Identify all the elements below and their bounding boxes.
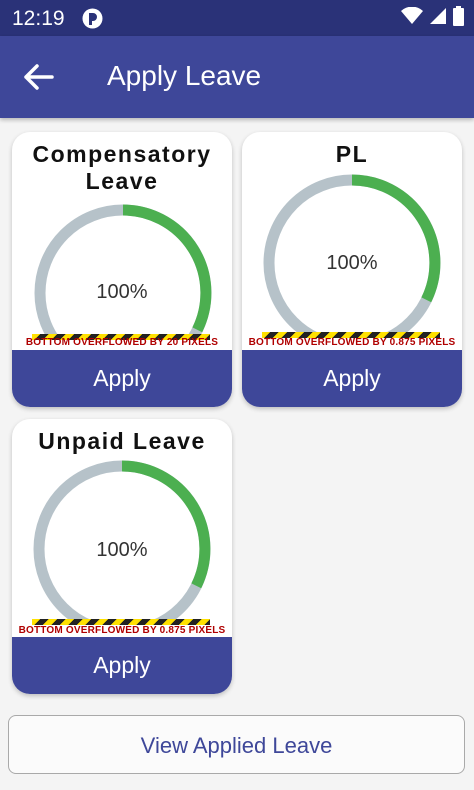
- apply-button[interactable]: Apply: [12, 637, 232, 694]
- card-title: PL: [242, 141, 462, 168]
- back-button[interactable]: [22, 61, 58, 93]
- leave-card-compensatory: Compensatory Leave 100% BOTTOM OVERFLOWE…: [12, 132, 232, 407]
- card-title-line1: PL: [335, 141, 369, 167]
- apply-button[interactable]: Apply: [242, 350, 462, 407]
- card-title-line1: Compensatory: [32, 141, 212, 167]
- overflow-warning: BOTTOM OVERFLOWED BY 0.875 PIXELS: [248, 337, 456, 348]
- app-notification-icon: [82, 8, 103, 29]
- cell-signal-icon: [429, 7, 447, 30]
- progress-gauge: [34, 204, 212, 339]
- wifi-icon: [401, 6, 423, 30]
- card-title-line1: Unpaid Leave: [38, 428, 206, 454]
- status-icons: [401, 5, 464, 31]
- app-bar: Apply Leave: [0, 36, 474, 118]
- progress-percent: 100%: [96, 281, 148, 303]
- leave-card-unpaid: Unpaid Leave 100% BOTTOM OVERFLOWED BY 0…: [12, 419, 232, 694]
- leave-card-pl: PL 100% BOTTOM OVERFLOWED BY 0.875 PIXEL…: [242, 132, 462, 407]
- card-title-line2: Leave: [85, 168, 159, 194]
- status-time: 12:19: [12, 7, 65, 30]
- progress-percent: 100%: [96, 539, 148, 561]
- view-applied-leave-button[interactable]: View Applied Leave: [8, 715, 465, 774]
- arrow-back-icon: [24, 64, 54, 90]
- apply-button[interactable]: Apply: [12, 350, 232, 407]
- card-title: Compensatory Leave: [12, 141, 232, 195]
- overflow-warning: BOTTOM OVERFLOWED BY 0.875 PIXELS: [18, 625, 226, 636]
- overflow-warning: BOTTOM OVERFLOWED BY 20 PIXELS: [25, 337, 219, 348]
- progress-percent: 100%: [326, 252, 378, 274]
- battery-icon: [453, 5, 464, 31]
- page-title: Apply Leave: [107, 60, 262, 91]
- status-bar: 12:19: [0, 0, 474, 36]
- card-title: Unpaid Leave: [12, 428, 232, 455]
